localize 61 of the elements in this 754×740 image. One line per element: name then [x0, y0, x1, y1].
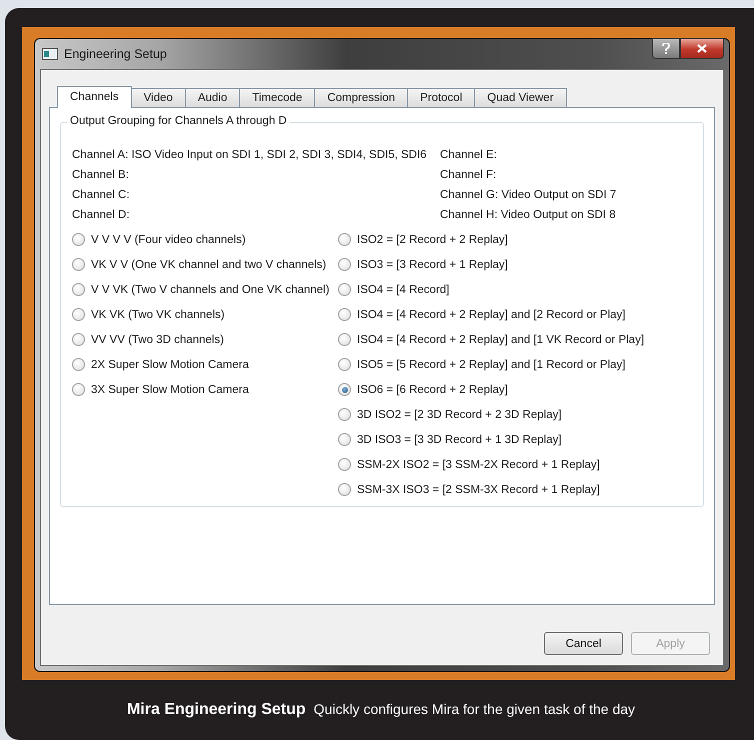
- group-title: Output Grouping for Channels A through D: [67, 115, 290, 127]
- radio-label: V V V V (Four video channels): [91, 234, 246, 246]
- help-button[interactable]: [652, 38, 680, 59]
- help-icon: [662, 43, 670, 54]
- radio-label: SSM-2X ISO2 = [3 SSM-2X Record + 1 Replay]: [357, 458, 600, 470]
- radio-button[interactable]: [338, 258, 351, 271]
- radio-button[interactable]: [338, 333, 351, 346]
- tab[interactable]: Protocol: [407, 88, 476, 107]
- app-icon: [42, 48, 58, 60]
- radio-button[interactable]: [72, 283, 85, 296]
- channel-label: Channel A: ISO Video Input on SDI 1, SDI 2, SDI 3, SDI4, SDI5, SDI6: [72, 148, 428, 163]
- window-title: Engineering Setup: [64, 47, 168, 61]
- radio-label: ISO2 = [2 Record + 2 Replay]: [357, 234, 508, 246]
- radio-label: ISO4 = [4 Record + 2 Replay] and [2 Record or Play]: [357, 308, 626, 320]
- close-button[interactable]: [680, 38, 724, 59]
- caption-text: Quickly configures Mira for the given task of the day: [314, 701, 636, 717]
- radio-button[interactable]: [338, 283, 351, 296]
- tab[interactable]: Channels: [57, 86, 132, 108]
- radio-button[interactable]: [338, 433, 351, 446]
- dialog-button[interactable]: Cancel: [544, 632, 623, 655]
- radio-button[interactable]: [338, 383, 351, 396]
- tab[interactable]: Audio: [184, 88, 240, 107]
- channel-label: Channel C:: [72, 188, 131, 203]
- radio-button[interactable]: [72, 358, 85, 371]
- radio-label: VK VK (Two VK channels): [91, 308, 225, 320]
- tab[interactable]: Compression: [314, 88, 408, 107]
- radio-button[interactable]: [338, 483, 351, 496]
- radio-label: ISO4 = [4 Record]: [357, 284, 450, 296]
- channel-label: Channel F:: [440, 168, 498, 183]
- channel-label: Channel E:: [440, 148, 498, 163]
- caption-title: Mira Engineering Setup: [126, 701, 306, 719]
- channel-label: Channel B:: [72, 168, 130, 183]
- radio-button[interactable]: [338, 358, 351, 371]
- radio-label: 2X Super Slow Motion Camera: [91, 358, 249, 370]
- tab[interactable]: Timecode: [239, 88, 316, 107]
- radio-button[interactable]: [338, 408, 351, 421]
- radio-label: ISO4 = [4 Record + 2 Replay] and [1 VK Record or Play]: [357, 334, 644, 346]
- channel-label: Channel H: Video Output on SDI 8: [440, 208, 617, 223]
- radio-button[interactable]: [338, 458, 351, 471]
- tab[interactable]: Video: [130, 88, 186, 107]
- radio-button[interactable]: [72, 333, 85, 346]
- radio-button[interactable]: [72, 308, 85, 321]
- radio-label: SSM-3X ISO3 = [2 SSM-3X Record + 1 Replay]: [357, 484, 600, 496]
- radio-label: VV VV (Two 3D channels): [91, 334, 224, 346]
- radio-label: 3X Super Slow Motion Camera: [91, 384, 249, 396]
- radio-button[interactable]: [338, 308, 351, 321]
- radio-button[interactable]: [72, 258, 85, 271]
- channel-label: Channel D:: [72, 208, 131, 223]
- radio-button[interactable]: [72, 233, 85, 246]
- close-icon: [697, 44, 707, 53]
- radio-label: ISO3 = [3 Record + 1 Replay]: [357, 258, 508, 270]
- radio-label: V V VK (Two V channels and One VK channel): [91, 284, 330, 296]
- channel-label: Channel G: Video Output on SDI 7: [440, 188, 618, 203]
- tab[interactable]: Quad Viewer: [474, 88, 567, 107]
- radio-label: ISO5 = [5 Record + 2 Replay] and [1 Record or Play]: [357, 358, 626, 370]
- radio-label: 3D ISO3 = [3 3D Record + 1 3D Replay]: [357, 434, 562, 446]
- radio-button[interactable]: [338, 233, 351, 246]
- radio-label: VK V V (One VK channel and two V channels): [91, 258, 326, 270]
- radio-label: 3D ISO2 = [2 3D Record + 2 3D Replay]: [357, 408, 562, 420]
- radio-button[interactable]: [72, 383, 85, 396]
- radio-label: ISO6 = [6 Record + 2 Replay]: [357, 384, 508, 396]
